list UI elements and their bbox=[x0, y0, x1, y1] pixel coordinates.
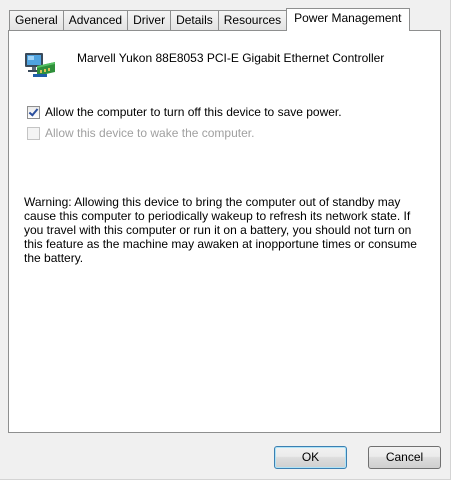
power-management-panel: Marvell Yukon 88E8053 PCI-E Gigabit Ethe… bbox=[8, 30, 441, 433]
allow-wake-row: Allow this device to wake the computer. bbox=[27, 126, 254, 140]
warning-text: Warning: Allowing this device to bring t… bbox=[24, 195, 417, 265]
cancel-button[interactable]: Cancel bbox=[368, 446, 441, 469]
allow-turn-off-label[interactable]: Allow the computer to turn off this devi… bbox=[45, 105, 342, 119]
device-name: Marvell Yukon 88E8053 PCI-E Gigabit Ethe… bbox=[77, 51, 385, 65]
tab-general[interactable]: General bbox=[9, 10, 64, 30]
allow-wake-checkbox bbox=[27, 126, 40, 140]
tab-resources[interactable]: Resources bbox=[217, 10, 288, 30]
tab-driver[interactable]: Driver bbox=[127, 10, 172, 30]
allow-turn-off-row[interactable]: Allow the computer to turn off this devi… bbox=[27, 105, 342, 119]
tab-advanced[interactable]: Advanced bbox=[62, 10, 129, 30]
allow-wake-label: Allow this device to wake the computer. bbox=[45, 126, 255, 140]
device-properties-dialog: General Advanced Driver Details Resource… bbox=[0, 0, 451, 480]
tab-power-management[interactable]: Power Management bbox=[286, 8, 410, 31]
allow-turn-off-checkbox[interactable] bbox=[27, 105, 40, 119]
network-adapter-icon bbox=[25, 53, 55, 77]
tab-details[interactable]: Details bbox=[170, 10, 219, 30]
tab-strip: General Advanced Driver Details Resource… bbox=[9, 8, 410, 31]
ok-button[interactable]: OK bbox=[274, 446, 347, 469]
